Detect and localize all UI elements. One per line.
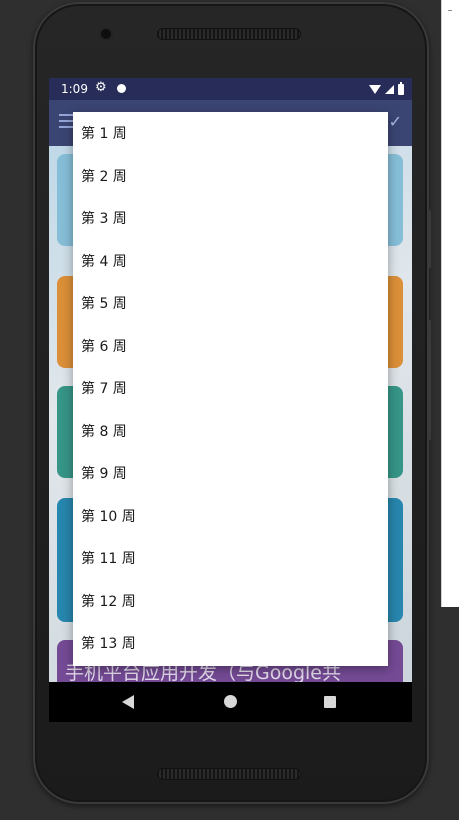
side-panel [441, 0, 459, 607]
home-icon[interactable] [224, 695, 237, 708]
top-speaker [157, 28, 301, 40]
week-menu-item[interactable]: 第 6 周 [73, 325, 388, 368]
power-button[interactable] [427, 320, 431, 440]
side-panel-mark [448, 10, 452, 11]
week-select-menu: 第 1 周第 2 周第 3 周第 4 周第 5 周第 6 周第 7 周第 8 周… [73, 112, 388, 666]
week-menu-item[interactable]: 第 13 周 [73, 622, 388, 665]
front-camera [101, 29, 111, 39]
week-menu-item[interactable]: 第 9 周 [73, 452, 388, 495]
week-menu-item[interactable]: 第 4 周 [73, 240, 388, 283]
week-menu-item[interactable]: 第 1 周 [73, 112, 388, 155]
week-menu-item[interactable]: 第 3 周 [73, 197, 388, 240]
bottom-speaker [157, 768, 301, 780]
week-menu-item[interactable]: 第 12 周 [73, 580, 388, 623]
week-menu-item[interactable]: 第 11 周 [73, 537, 388, 580]
recent-apps-icon[interactable] [324, 696, 336, 708]
navigation-bar [49, 682, 412, 722]
back-icon[interactable] [122, 695, 134, 709]
week-menu-item[interactable]: 第 2 周 [73, 155, 388, 198]
week-menu-item[interactable]: 第 5 周 [73, 282, 388, 325]
emulator-stage: 1:09 ⚙ ✓ 手机平台应用开发（与Google共 第 1 周 第 2 周 第… [0, 0, 459, 820]
volume-button[interactable] [427, 210, 431, 268]
week-menu-item[interactable]: 第 10 周 [73, 495, 388, 538]
week-menu-item[interactable]: 第 7 周 [73, 367, 388, 410]
week-menu-item[interactable]: 第 8 周 [73, 410, 388, 453]
